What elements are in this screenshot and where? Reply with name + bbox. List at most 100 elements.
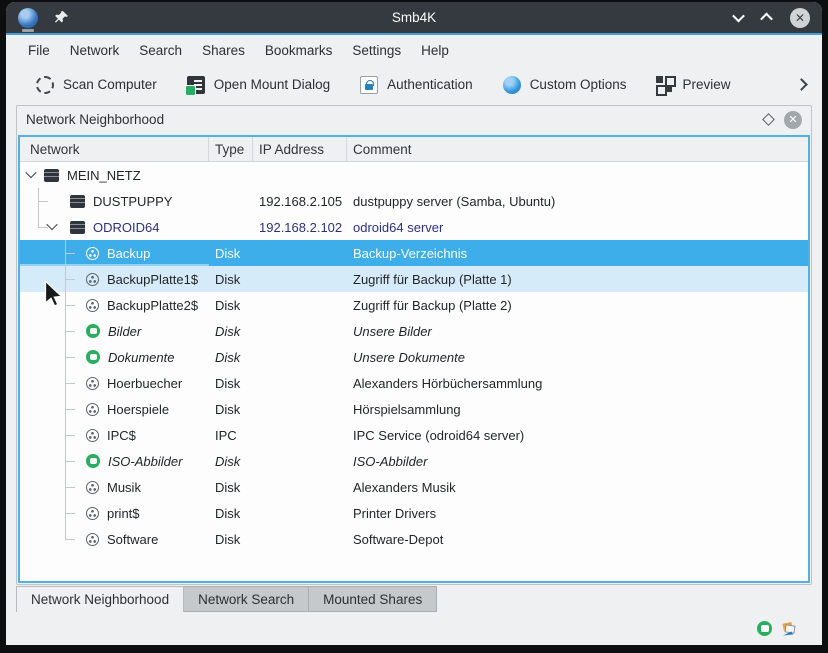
tree-branch-line — [65, 409, 75, 410]
menu-file[interactable]: File — [18, 38, 60, 63]
close-button[interactable]: ✕ — [790, 8, 810, 28]
row-ip — [253, 162, 347, 188]
refresh-icon — [36, 76, 54, 94]
menu-shares[interactable]: Shares — [192, 38, 255, 63]
tab-network-search[interactable]: Network Search — [184, 586, 309, 612]
row-ip — [253, 318, 347, 344]
column-header-comment[interactable]: Comment — [347, 137, 808, 161]
preview-grid-icon — [656, 76, 673, 93]
pin-icon[interactable] — [54, 10, 69, 25]
tab-network-neighborhood[interactable]: Network Neighborhood — [16, 586, 184, 612]
row-backupplatte1[interactable]: BackupPlatte1$ Disk Zugriff für Backup (… — [20, 266, 808, 292]
menu-search[interactable]: Search — [129, 38, 192, 63]
row-ip — [253, 292, 347, 318]
row-ip — [253, 526, 347, 552]
row-label: BackupPlatte1$ — [107, 272, 198, 287]
menu-help[interactable]: Help — [411, 38, 459, 63]
titlebar[interactable]: Smb4K ✕ — [6, 2, 822, 35]
row-icon — [70, 195, 85, 208]
minimize-button[interactable] — [732, 10, 745, 23]
preview-button[interactable]: Preview — [656, 76, 730, 93]
row-hoerbuecher[interactable]: Hoerbuecher Disk Alexanders Hörbüchersam… — [20, 370, 808, 396]
tree-branch-line — [65, 383, 75, 384]
row-software[interactable]: Software Disk Software-Depot — [20, 526, 808, 552]
menubar: FileNetworkSearchSharesBookmarksSettings… — [6, 35, 822, 66]
row-icon — [86, 533, 99, 546]
row-print[interactable]: print$ Disk Printer Drivers — [20, 500, 808, 526]
row-icon — [86, 377, 99, 390]
row-ip — [253, 422, 347, 448]
scan-computer-button[interactable]: Scan Computer — [36, 76, 157, 94]
row-backup[interactable]: Backup Disk Backup-Verzeichnis — [20, 240, 808, 266]
row-label: Hoerspiele — [107, 402, 169, 417]
toolbar-overflow-chevron-right-icon[interactable] — [795, 78, 808, 91]
row-bilder[interactable]: Bilder Disk Unsere Bilder — [20, 318, 808, 344]
row-comment: Printer Drivers — [347, 500, 808, 526]
row-label: DUSTPUPPY — [93, 194, 172, 209]
tree-branch-line — [65, 331, 75, 332]
row-ipc[interactable]: IPC$ IPC IPC Service (odroid64 server) — [20, 422, 808, 448]
maximize-button[interactable] — [760, 13, 773, 26]
tab-mounted-shares[interactable]: Mounted Shares — [309, 586, 437, 612]
row-type: IPC — [209, 422, 253, 448]
table-header: Network Type IP Address Comment — [20, 137, 808, 162]
menu-bookmarks[interactable]: Bookmarks — [255, 38, 343, 63]
row-label: Musik — [107, 480, 141, 495]
row-icon — [86, 350, 100, 364]
row-icon — [86, 247, 99, 260]
menu-settings[interactable]: Settings — [342, 38, 411, 63]
row-backupplatte2[interactable]: BackupPlatte2$ Disk Zugriff für Backup (… — [20, 292, 808, 318]
row-mein-netz[interactable]: MEIN_NETZ — [20, 162, 808, 188]
row-ip — [253, 396, 347, 422]
statusbar — [6, 612, 822, 645]
network-activity-icon — [781, 621, 798, 637]
mouse-cursor — [44, 281, 63, 309]
row-icon — [86, 481, 99, 494]
column-header-ip[interactable]: IP Address — [253, 137, 347, 161]
tree-branch-line — [65, 435, 75, 436]
row-ip — [253, 240, 347, 266]
row-type: Disk — [209, 370, 253, 396]
row-dustpuppy[interactable]: DUSTPUPPY 192.168.2.105 dustpuppy server… — [20, 188, 808, 214]
row-label: Software — [107, 532, 158, 547]
row-type: Disk — [209, 396, 253, 422]
row-dokumente[interactable]: Dokumente Disk Unsere Dokumente — [20, 344, 808, 370]
row-odroid64[interactable]: ODROID64 192.168.2.102 odroid64 server — [20, 214, 808, 240]
open-mount-dialog-button[interactable]: Open Mount Dialog — [187, 76, 330, 94]
row-type: Disk — [209, 448, 253, 474]
row-type: Disk — [209, 474, 253, 500]
menu-network[interactable]: Network — [60, 38, 130, 63]
row-musik[interactable]: Musik Disk Alexanders Musik — [20, 474, 808, 500]
globe-icon — [503, 76, 521, 94]
row-type: Disk — [209, 292, 253, 318]
lock-icon — [360, 76, 378, 94]
column-header-network[interactable]: Network — [20, 137, 209, 161]
expander-chevron-down-icon[interactable] — [25, 167, 36, 178]
row-comment: Software-Depot — [347, 526, 808, 552]
expander-chevron-down-icon[interactable] — [46, 219, 57, 230]
smb4k-window: Smb4K ✕ FileNetworkSearchSharesBookmarks… — [6, 2, 822, 645]
authentication-button[interactable]: Authentication — [360, 76, 473, 94]
row-icon — [86, 324, 100, 338]
toolbar-button-label: Authentication — [387, 77, 473, 92]
row-comment: IPC Service (odroid64 server) — [347, 422, 808, 448]
column-header-type[interactable]: Type — [209, 137, 253, 161]
panel-header[interactable]: Network Neighborhood ✕ — [17, 106, 811, 133]
mounted-share-emblem-icon — [757, 621, 772, 636]
row-comment: Alexanders Musik — [347, 474, 808, 500]
row-label: ODROID64 — [93, 220, 159, 235]
tree-branch-line — [65, 253, 75, 254]
row-label: print$ — [107, 506, 140, 521]
panel-float-diamond-icon[interactable] — [762, 113, 775, 126]
row-hoerspiele[interactable]: Hoerspiele Disk Hörspielsammlung — [20, 396, 808, 422]
tree-branch-line — [65, 461, 75, 462]
panel-close-icon[interactable]: ✕ — [784, 111, 802, 129]
row-icon — [86, 299, 99, 312]
tree-branch-line — [65, 513, 75, 514]
app-globe-icon — [18, 8, 38, 28]
row-comment: Zugriff für Backup (Platte 2) — [347, 292, 808, 318]
row-iso-abbilder[interactable]: ISO-Abbilder Disk ISO-Abbilder — [20, 448, 808, 474]
custom-options-button[interactable]: Custom Options — [503, 76, 627, 94]
row-type: Disk — [209, 318, 253, 344]
row-type — [209, 162, 253, 188]
